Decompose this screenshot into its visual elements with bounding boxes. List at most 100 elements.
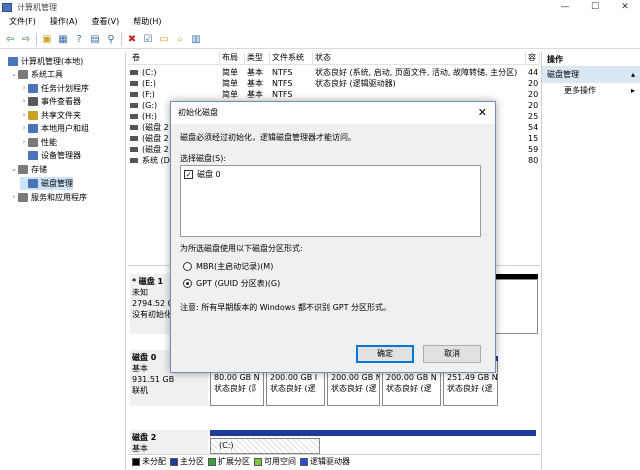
submenu-arrow-icon: ▸ (630, 86, 635, 95)
tree-item-10[interactable]: › 服务和应用程序 (10, 191, 87, 204)
mbr-radio[interactable] (183, 262, 192, 271)
expander-icon[interactable]: › (20, 82, 28, 95)
action-more-label: 更多操作 (564, 86, 596, 95)
disk-listbox[interactable]: ✓ 磁盘 0 (180, 165, 481, 237)
volume-row[interactable]: (F:) 简单 基本 NTFS 20 (128, 89, 540, 100)
tree-item-label: 系统工具 (31, 70, 63, 79)
tree-node-icon (28, 138, 38, 147)
disk-1-title: 磁盘 1 (138, 277, 164, 286)
menu-action[interactable]: 操作(A) (41, 15, 83, 29)
toolbar-separator (121, 33, 122, 46)
connect-icon[interactable]: ⚲ (105, 34, 117, 46)
format-icon[interactable]: ▥ (190, 34, 202, 46)
disk-0-status: 联机 (132, 386, 148, 395)
volume-icon (130, 92, 138, 97)
legend-item: 未分配 (132, 456, 166, 467)
close-button[interactable]: ✕ (610, 0, 640, 14)
disk-2-label[interactable]: 磁盘 2 基本 (130, 430, 208, 454)
legend: 未分配 主分区 扩展分区 可用空间 逻辑驱动器 (128, 454, 540, 468)
dialog-body: 磁盘必须经过初始化，逻辑磁盘管理器才能访问。 选择磁盘(S): ✓ 磁盘 0 为… (171, 124, 495, 372)
partition-size: 80.00 GB N (214, 373, 260, 382)
disk-0-size: 931.51 GB (132, 375, 175, 384)
action-disk-management[interactable]: 磁盘管理 ▴ (542, 67, 640, 83)
column-header[interactable]: 布局 (220, 52, 245, 65)
tree-item-label: 本地用户和组 (41, 124, 89, 133)
tree-node-icon (18, 165, 28, 174)
tree-item-3[interactable]: › 事件查看器 (20, 95, 81, 108)
volume-list-header: 卷布局 类型 文件系统 状态容 (128, 52, 540, 65)
window-title: 计算机管理 (17, 2, 57, 12)
dialog-message: 磁盘必须经过初始化，逻辑磁盘管理器才能访问。 (180, 133, 356, 142)
column-header[interactable]: 文件系统 (270, 52, 313, 65)
open-icon[interactable]: ▭ (158, 34, 170, 46)
expander-icon[interactable]: › (20, 122, 28, 135)
tree-item-label: 性能 (41, 138, 57, 147)
volume-row[interactable]: (C:) 简单 基本 NTFS 状态良好 (系统, 启动, 页面文件, 活动, 故障转储… (128, 67, 540, 78)
tree-item-4[interactable]: › 共享文件夹 (20, 109, 81, 122)
disk-0-title: 磁盘 0 (132, 353, 157, 362)
column-header[interactable]: 卷 (130, 52, 220, 65)
gpt-radio[interactable] (183, 279, 192, 288)
volume-icon (130, 125, 138, 130)
menu-file[interactable]: 文件(F) (0, 15, 41, 29)
disk-0-item-label: 磁盘 0 (197, 170, 221, 179)
back-arrow-icon[interactable]: ⇦ (4, 34, 16, 46)
legend-item: 可用空间 (254, 456, 296, 467)
volume-icon (130, 147, 138, 152)
partition-size: 200.00 GB N (386, 373, 437, 382)
ok-button[interactable]: 确定 (356, 345, 414, 363)
properties-icon[interactable]: ▦ (57, 34, 69, 46)
tree-node-icon (28, 179, 38, 188)
dialog-close-button[interactable]: ✕ (478, 102, 487, 124)
gpt-compat-note: 注意: 所有早期版本的 Windows 都不识别 GPT 分区形式。 (180, 303, 392, 312)
forward-arrow-icon[interactable]: ⇨ (20, 34, 32, 46)
tree-item-label: 存储 (31, 165, 47, 174)
delete-icon[interactable]: ✖ (126, 34, 138, 46)
column-header[interactable]: 类型 (245, 52, 270, 65)
column-header[interactable]: 容 (526, 52, 540, 65)
help-icon[interactable]: ? (73, 34, 85, 46)
gpt-option[interactable]: GPT (GUID 分区表)(G) (183, 278, 280, 289)
menu-view[interactable]: 查看(V) (83, 15, 125, 29)
expander-icon[interactable]: › (20, 95, 28, 108)
console-icon[interactable]: ▤ (89, 34, 101, 46)
column-header[interactable]: 状态 (313, 52, 526, 65)
up-folder-icon[interactable]: ▣ (41, 34, 53, 46)
expander-icon[interactable]: › (20, 109, 28, 122)
expander-icon[interactable]: ⌄ (10, 68, 18, 81)
tree-item-6[interactable]: › 性能 (20, 136, 57, 149)
mbr-option[interactable]: MBR(主启动记录)(M) (183, 261, 273, 272)
tree-item-9[interactable]: 磁盘管理 (20, 177, 73, 190)
search-icon[interactable]: ⌕ (174, 34, 186, 46)
legend-swatch (170, 457, 178, 466)
action-more-actions[interactable]: 更多操作 ▸ (542, 83, 640, 99)
collapse-arrow-icon[interactable]: ▴ (631, 67, 635, 83)
tree-item-1[interactable]: ⌄ 系统工具 (10, 68, 63, 81)
disk-0-list-item[interactable]: ✓ 磁盘 0 (184, 169, 221, 180)
legend-label: 可用空间 (264, 457, 296, 466)
menu-help[interactable]: 帮助(H) (124, 15, 166, 29)
minimize-button[interactable]: — (550, 0, 580, 14)
tree-item-2[interactable]: › 任务计划程序 (20, 82, 89, 95)
check-icon[interactable]: ☑ (142, 34, 154, 46)
tree-item-8[interactable]: ⌄ 存储 (10, 163, 47, 176)
disk-2-title: 磁盘 2 (132, 433, 157, 442)
legend-swatch (300, 457, 308, 466)
computer-management-icon (2, 2, 12, 12)
cancel-button[interactable]: 取消 (423, 345, 481, 363)
tree-node-icon (28, 84, 38, 93)
dialog-title-bar: 初始化磁盘 ✕ (171, 102, 495, 124)
tree-item-label: 设备管理器 (41, 151, 81, 160)
expander-icon[interactable]: › (10, 191, 18, 204)
tree-item-5[interactable]: › 本地用户和组 (20, 122, 89, 135)
expander-icon[interactable]: ⌄ (10, 163, 18, 176)
tree-item-0[interactable]: 计算机管理(本地) (0, 55, 83, 68)
disk-2-partition-c[interactable]: (C:) (210, 438, 320, 454)
expander-icon[interactable]: › (20, 136, 28, 149)
volume-row[interactable]: (E:) 简单 基本 NTFS 状态良好 (逻辑驱动器) 20 (128, 78, 540, 89)
tree-item-7[interactable]: 设备管理器 (20, 149, 81, 162)
disk-0-checkbox[interactable]: ✓ (184, 170, 193, 179)
maximize-button[interactable]: ☐ (580, 0, 610, 14)
volume-icon (130, 136, 138, 141)
disk-1-name: * (132, 277, 137, 286)
